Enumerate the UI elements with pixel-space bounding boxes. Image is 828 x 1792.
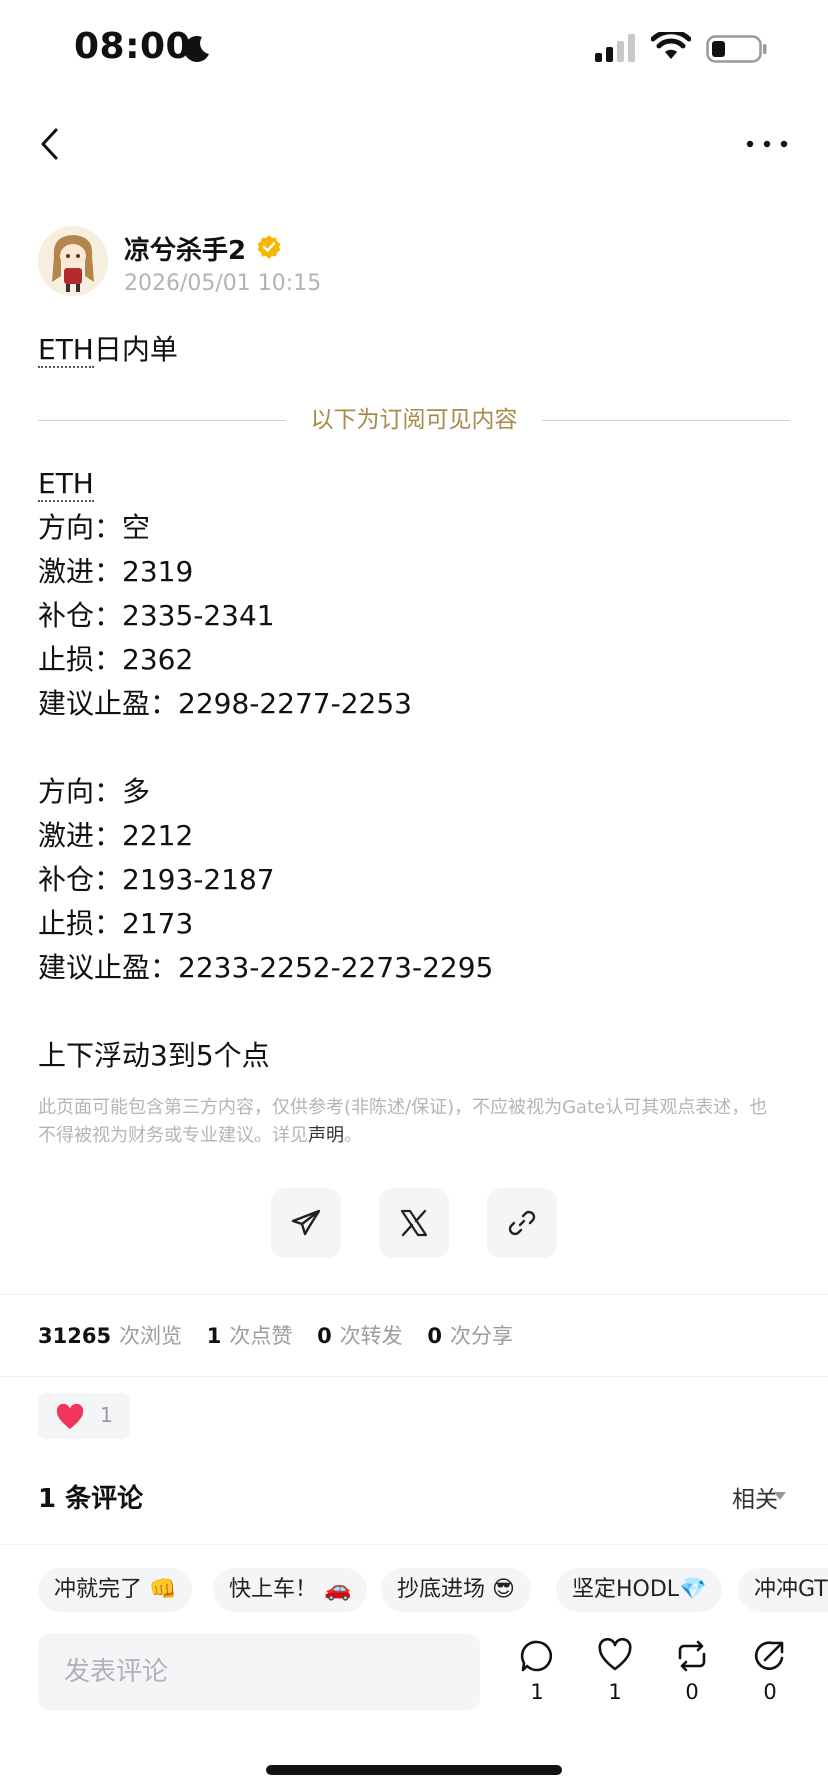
reposts-label: 次转发 <box>339 1324 403 1348</box>
comment-input[interactable]: 发表评论 <box>38 1634 480 1710</box>
disclaimer-text: 此页面可能包含第三方内容，仅供参考(非陈述/保证)，不应被视为Gate认可其观点… <box>38 1097 768 1146</box>
link-icon <box>508 1210 536 1236</box>
section-divider <box>0 1376 828 1377</box>
content-line: 激进：2212 <box>38 819 194 852</box>
quick-reply-chip[interactable]: 冲就完了 👊 <box>38 1568 193 1612</box>
post-timestamp: 2026/05/01 10:15 <box>124 271 322 296</box>
shares-label: 次分享 <box>450 1324 513 1348</box>
heart-outline-icon <box>598 1638 632 1671</box>
share-icon <box>754 1641 784 1670</box>
more-options-icon[interactable] <box>745 136 789 152</box>
quick-reply-chip[interactable]: 抄底进场 😎 <box>381 1568 531 1612</box>
ticker-link[interactable]: ETH <box>38 467 94 502</box>
caret-down-icon[interactable] <box>774 1492 786 1500</box>
post-title-text: 日内单 <box>93 333 178 366</box>
disclaimer-end: 。 <box>344 1125 362 1146</box>
content-line: 止损：2173 <box>38 907 194 940</box>
verified-badge-icon <box>257 235 281 259</box>
status-bar: 08:00 <box>0 0 828 100</box>
repost-icon <box>678 1640 706 1672</box>
shares-count: 0 <box>427 1324 442 1348</box>
likes-count: 1 <box>206 1324 222 1348</box>
home-indicator <box>266 1765 562 1775</box>
comment-sort-select[interactable]: 相关 <box>732 1480 778 1514</box>
author-avatar[interactable] <box>38 226 108 296</box>
battery-icon <box>706 35 767 63</box>
reposts-count: 0 <box>317 1324 332 1348</box>
repost-action[interactable]: 0 <box>667 1638 717 1704</box>
share-x-button[interactable] <box>379 1188 449 1258</box>
status-time: 08:00 <box>74 26 192 67</box>
cellular-signal-icon <box>595 34 635 62</box>
quick-reply-chip[interactable]: 快上车！ 🚗 <box>213 1568 368 1612</box>
content-line: 建议止盈：2233-2252-2273-2295 <box>38 951 494 984</box>
comments-title: 1 条评论 <box>38 1484 144 1514</box>
x-icon <box>400 1209 428 1237</box>
comment-icon <box>520 1640 553 1672</box>
repost-count: 0 <box>685 1680 699 1704</box>
quick-reply-chip[interactable]: 冲冲GT <box>738 1568 828 1612</box>
disclaimer: 此页面可能包含第三方内容，仅供参考(非陈述/保证)，不应被视为Gate认可其观点… <box>38 1094 778 1150</box>
heart-reaction-chip[interactable]: 1 <box>38 1393 130 1439</box>
comment-action[interactable]: 1 <box>512 1638 562 1704</box>
content-line: 方向：多 <box>38 775 151 808</box>
disclaimer-link[interactable]: 声明 <box>308 1125 344 1146</box>
heart-icon <box>56 1404 84 1429</box>
content-line: 上下浮动3到5个点 <box>38 1039 270 1072</box>
wifi-icon <box>651 32 691 59</box>
content-symbol: ETH <box>38 464 94 504</box>
share-telegram-button[interactable] <box>271 1188 341 1258</box>
share-count: 0 <box>763 1680 777 1704</box>
content-line: 补仓：2193-2187 <box>38 863 275 896</box>
back-arrow-icon[interactable] <box>36 124 66 164</box>
like-count: 1 <box>608 1680 622 1704</box>
likes-label: 次点赞 <box>229 1324 293 1348</box>
share-action[interactable]: 0 <box>745 1638 795 1704</box>
copy-link-button[interactable] <box>487 1188 557 1258</box>
comment-count: 1 <box>530 1680 544 1704</box>
section-divider <box>0 1294 828 1295</box>
content-line: 建议止盈：2298-2277-2253 <box>38 687 412 720</box>
subscription-divider: 以下为订阅可见内容 <box>38 402 790 438</box>
post-title: ETH日内单 <box>38 328 178 368</box>
post-stats: 31265 次浏览 1 次点赞 0 次转发 0 次分享 <box>38 1320 531 1350</box>
telegram-icon <box>291 1209 321 1236</box>
moon-icon <box>184 36 209 62</box>
views-count: 31265 <box>38 1324 112 1348</box>
divider-line <box>542 420 790 421</box>
content-line: 方向：空 <box>38 511 151 544</box>
reaction-count: 1 <box>100 1403 113 1427</box>
views-label: 次浏览 <box>119 1324 183 1348</box>
content-line: 止损：2362 <box>38 643 194 676</box>
quick-reply-chip[interactable]: 坚定HODL💎 <box>556 1568 723 1612</box>
like-action[interactable]: 1 <box>590 1638 640 1704</box>
content-line: 补仓：2335-2341 <box>38 599 275 632</box>
author-name[interactable]: 凉兮杀手2 <box>124 230 246 267</box>
content-line: 激进：2319 <box>38 555 194 588</box>
ticker-link[interactable]: ETH <box>38 333 94 368</box>
